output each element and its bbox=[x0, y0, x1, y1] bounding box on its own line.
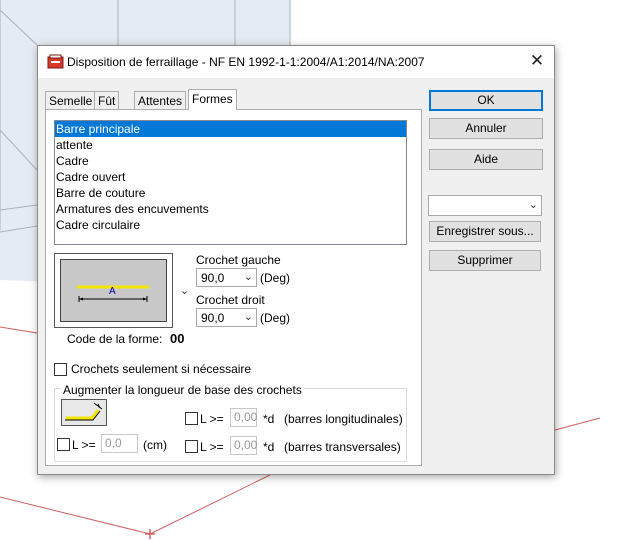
crochet-gauche-select[interactable]: 90,0 ⌄ bbox=[196, 268, 257, 287]
crochet-droit-label: Crochet droit bbox=[196, 293, 265, 307]
transversal-checkbox[interactable] bbox=[185, 440, 198, 453]
list-item[interactable]: Barre de couture bbox=[55, 185, 406, 201]
preset-select[interactable]: ⌄ bbox=[428, 195, 542, 216]
list-item[interactable]: Cadre bbox=[55, 153, 406, 169]
chevron-down-icon: ⌄ bbox=[243, 311, 253, 323]
length-input[interactable]: 0,0 bbox=[101, 434, 138, 453]
crochets-if-needed-checkbox[interactable] bbox=[54, 363, 67, 376]
tab-formes[interactable]: Formes bbox=[188, 89, 237, 110]
delete-button[interactable]: Supprimer bbox=[429, 250, 541, 271]
tab-attentes[interactable]: Attentes bbox=[134, 91, 187, 110]
transversal-unit: *d bbox=[263, 440, 275, 454]
ok-button[interactable]: OK bbox=[429, 90, 543, 111]
hook-icon bbox=[65, 402, 103, 421]
tab-semelle[interactable]: Semelle bbox=[45, 91, 97, 110]
list-item[interactable]: Armatures des encuvements bbox=[55, 201, 406, 217]
length-checkbox[interactable] bbox=[57, 438, 70, 451]
list-item[interactable]: Cadre circulaire bbox=[55, 217, 406, 233]
help-button[interactable]: Aide bbox=[429, 149, 543, 170]
dialog-title: Disposition de ferraillage - NF EN 1992-… bbox=[67, 55, 425, 69]
save-as-button[interactable]: Enregistrer sous... bbox=[429, 221, 541, 242]
shape-code-label: Code de la forme: bbox=[67, 332, 163, 346]
crochet-droit-value: 90,0 bbox=[201, 311, 225, 325]
chevron-down-icon: ⌄ bbox=[243, 271, 253, 283]
cancel-button[interactable]: Annuler bbox=[429, 118, 543, 139]
transversal-prefix: L >= bbox=[200, 440, 224, 454]
longitudinal-prefix: L >= bbox=[200, 412, 224, 426]
list-item[interactable]: Barre principale bbox=[55, 121, 406, 137]
transversal-description: (barres transversales) bbox=[284, 440, 401, 454]
longitudinal-description: (barres longitudinales) bbox=[284, 412, 403, 426]
tab-fut[interactable]: Fût bbox=[94, 91, 120, 110]
hook-length-group-title: Augmenter la longueur de base des croche… bbox=[61, 383, 304, 397]
length-prefix: L >= bbox=[72, 438, 96, 452]
crochet-droit-select[interactable]: 90,0 ⌄ bbox=[196, 308, 257, 327]
hook-shape-button[interactable] bbox=[61, 399, 107, 426]
longitudinal-input[interactable]: 0,00 bbox=[230, 408, 257, 427]
shape-preview[interactable]: A bbox=[54, 253, 173, 328]
shape-code-value: 00 bbox=[170, 331, 185, 346]
dimension-label: A bbox=[109, 286, 116, 297]
rebar-layout-dialog: Disposition de ferraillage - NF EN 1992-… bbox=[37, 45, 555, 475]
longitudinal-checkbox[interactable] bbox=[185, 412, 198, 425]
shape-preview-canvas: A bbox=[60, 259, 167, 322]
close-icon[interactable]: ✕ bbox=[520, 46, 554, 78]
crochet-gauche-value: 90,0 bbox=[201, 271, 225, 285]
length-unit: (cm) bbox=[143, 438, 167, 452]
shapes-listbox[interactable]: Barre principale attente Cadre Cadre ouv… bbox=[54, 120, 407, 245]
title-bar: Disposition de ferraillage - NF EN 1992-… bbox=[38, 46, 554, 78]
list-item[interactable]: Cadre ouvert bbox=[55, 169, 406, 185]
chevron-down-icon: ⌄ bbox=[528, 199, 538, 211]
crochet-gauche-label: Crochet gauche bbox=[196, 253, 281, 267]
list-item[interactable]: attente bbox=[55, 137, 406, 153]
crochets-if-needed-label: Crochets seulement si nécessaire bbox=[71, 362, 252, 376]
crochet-gauche-unit: (Deg) bbox=[260, 271, 291, 285]
app-icon bbox=[47, 54, 64, 69]
longitudinal-unit: *d bbox=[263, 412, 275, 426]
transversal-input[interactable]: 0,00 bbox=[230, 436, 257, 455]
crochet-droit-unit: (Deg) bbox=[260, 311, 291, 325]
chevron-down-icon[interactable]: ⌄ bbox=[180, 284, 189, 297]
